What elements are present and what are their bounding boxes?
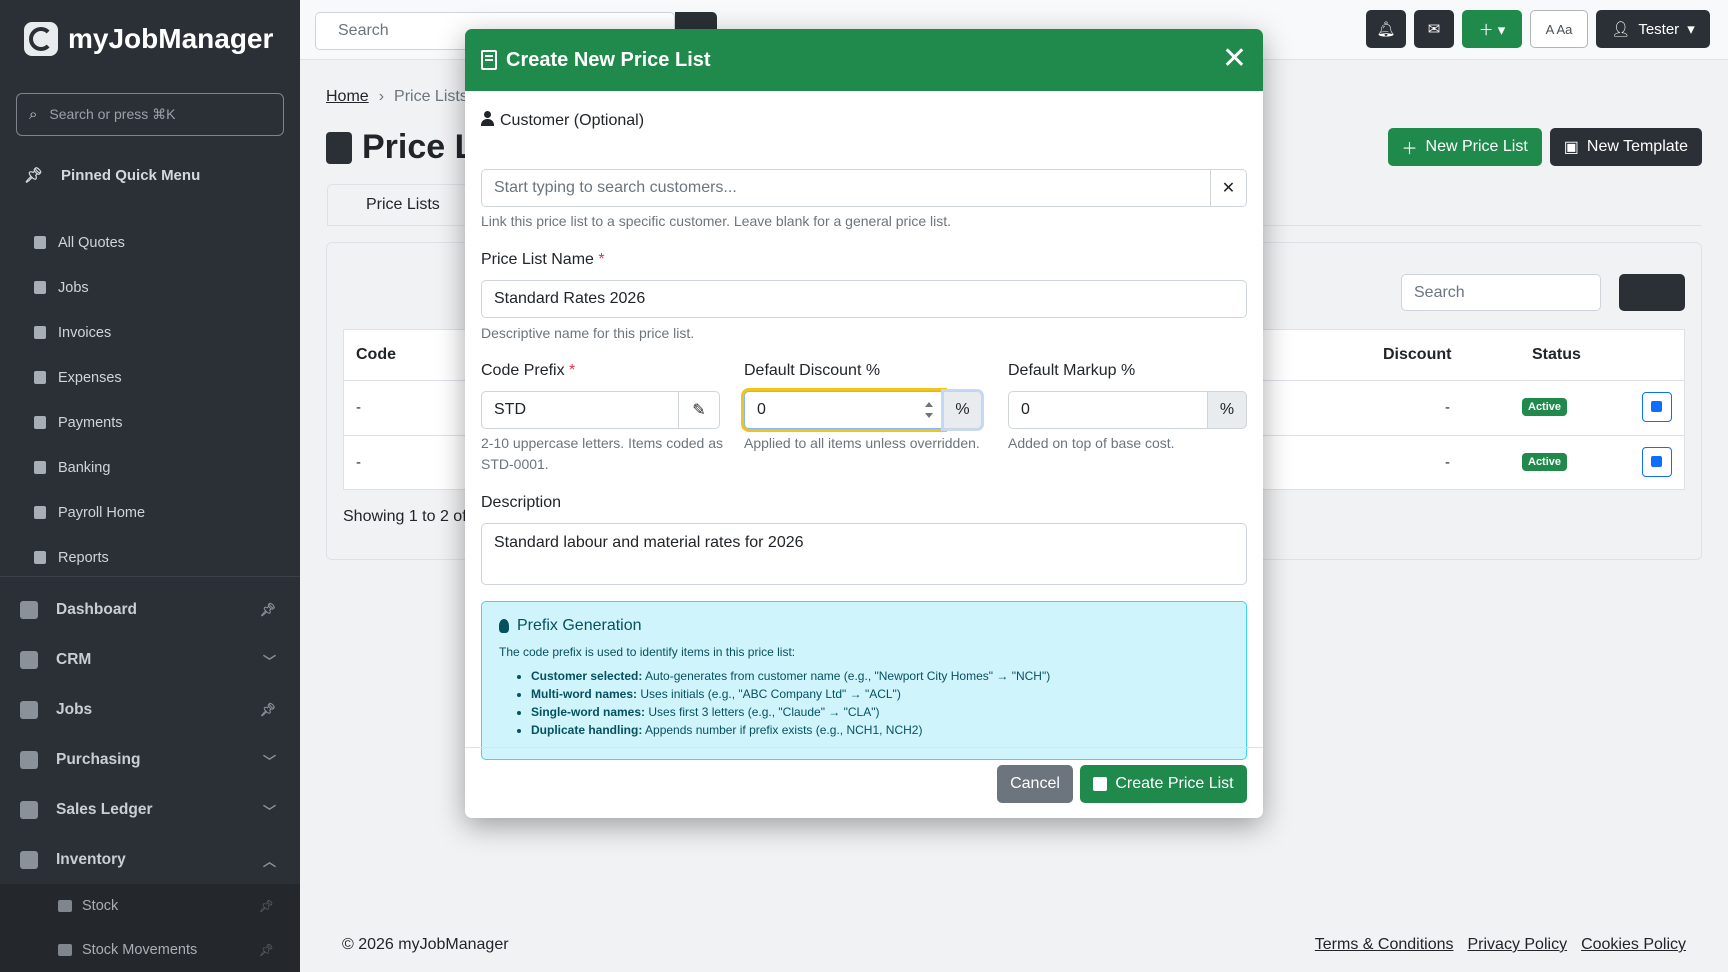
prefix-help: 2-10 uppercase letters. Items coded as S…	[481, 435, 724, 472]
modal-footer: Cancel Create Price List	[465, 747, 1263, 818]
customer-search-input[interactable]: Start typing to search customers...	[481, 169, 1211, 207]
description-textarea[interactable]: Standard labour and material rates for 2…	[481, 523, 1247, 585]
info-item-bold: Duplicate handling:	[531, 723, 643, 737]
markup-percent-addon: %	[1207, 391, 1247, 429]
name-help: Descriptive name for this price list.	[481, 325, 695, 341]
modal-title: Create New Price List	[506, 48, 711, 71]
save-icon	[1093, 777, 1108, 791]
discount-percent-addon: %	[943, 391, 982, 429]
info-item-bold: Single-word names:	[531, 705, 646, 719]
default-markup-input[interactable]: 0	[1008, 391, 1208, 429]
price-list-name-input[interactable]: Standard Rates 2026	[481, 280, 1247, 318]
description-label: Description	[481, 494, 562, 511]
info-title: Prefix Generation	[499, 617, 1229, 635]
markup-help: Added on top of base cost.	[1008, 435, 1175, 451]
prefix-info-alert: Prefix Generation The code prefix is use…	[481, 601, 1247, 760]
modal-header: Create New Price List	[465, 29, 1263, 91]
list-item: Multi-word names: Uses initials (e.g., "…	[531, 685, 1229, 703]
required-mark: *	[569, 362, 576, 379]
info-item-bold: Multi-word names:	[531, 687, 638, 701]
close-icon[interactable]: ✕	[1222, 44, 1247, 74]
required-mark: *	[598, 251, 605, 268]
info-item-text: Auto-generates from customer name (e.g.,…	[642, 669, 1051, 683]
customer-help: Link this price list to a specific custo…	[481, 213, 951, 229]
info-item-bold: Customer selected:	[531, 669, 643, 683]
code-prefix-input[interactable]: STD	[481, 391, 679, 429]
clear-customer-button[interactable]: ✕	[1210, 169, 1247, 207]
prefix-label-text: Code Prefix	[481, 362, 565, 379]
cancel-button[interactable]: Cancel	[997, 765, 1073, 803]
info-item-text: Uses initials (e.g., "ABC Company Ltd" →…	[637, 687, 901, 701]
create-button-label: Create Price List	[1115, 775, 1234, 792]
info-item-text: Appends number if prefix exists (e.g., N…	[642, 723, 923, 737]
info-intro: The code prefix is used to identify item…	[499, 645, 796, 659]
create-price-list-button[interactable]: Create Price List	[1080, 765, 1247, 803]
user-icon	[481, 111, 494, 126]
list-item: Customer selected: Auto-generates from c…	[531, 667, 1229, 685]
default-discount-input[interactable]: 0	[744, 391, 944, 429]
book-icon	[481, 50, 497, 70]
name-label: Price List Name *	[481, 251, 605, 269]
edit-prefix-button[interactable]: ✎	[678, 391, 720, 429]
info-title-text: Prefix Generation	[517, 617, 642, 634]
lightbulb-icon	[499, 619, 509, 633]
customer-label: Customer (Optional)	[481, 111, 644, 130]
create-price-list-modal: Create New Price List ✕ Customer (Option…	[465, 29, 1263, 818]
discount-help: Applied to all items unless overridden.	[744, 435, 980, 451]
customer-label-text: Customer (Optional)	[500, 112, 645, 129]
spinner-icon[interactable]	[925, 400, 933, 420]
name-label-text: Price List Name	[481, 251, 594, 268]
info-item-text: Uses first 3 letters (e.g., "Claude" → "…	[645, 705, 880, 719]
prefix-label: Code Prefix *	[481, 362, 575, 380]
discount-value: 0	[757, 401, 766, 418]
pencil-icon: ✎	[692, 402, 706, 419]
list-item: Duplicate handling: Appends number if pr…	[531, 721, 1229, 739]
discount-label: Default Discount %	[744, 362, 881, 379]
close-icon: ✕	[1221, 180, 1236, 197]
info-list: Customer selected: Auto-generates from c…	[531, 667, 1229, 739]
markup-label: Default Markup %	[1008, 362, 1136, 379]
list-item: Single-word names: Uses first 3 letters …	[531, 703, 1229, 721]
